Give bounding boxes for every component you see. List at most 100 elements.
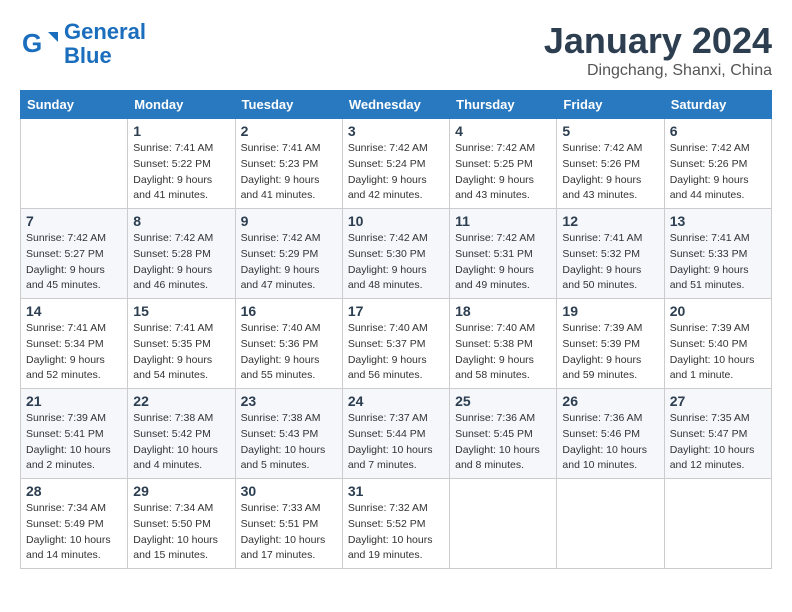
day-number: 29 [133, 483, 229, 499]
day-info: Sunrise: 7:38 AMSunset: 5:43 PMDaylight:… [241, 411, 337, 474]
day-info: Sunrise: 7:41 AMSunset: 5:33 PMDaylight:… [670, 231, 766, 294]
weekday-sunday: Sunday [21, 91, 128, 119]
day-info: Sunrise: 7:42 AMSunset: 5:28 PMDaylight:… [133, 231, 229, 294]
day-info: Sunrise: 7:41 AMSunset: 5:22 PMDaylight:… [133, 141, 229, 204]
day-info: Sunrise: 7:41 AMSunset: 5:35 PMDaylight:… [133, 321, 229, 384]
calendar-table: SundayMondayTuesdayWednesdayThursdayFrid… [20, 90, 772, 569]
calendar-cell: 15 Sunrise: 7:41 AMSunset: 5:35 PMDayligh… [128, 299, 235, 389]
day-number: 15 [133, 303, 229, 319]
calendar-cell: 6 Sunrise: 7:42 AMSunset: 5:26 PMDaylight… [664, 119, 771, 209]
calendar-cell: 12 Sunrise: 7:41 AMSunset: 5:32 PMDayligh… [557, 209, 664, 299]
calendar-cell: 24Sunrise: 7:37 AMSunset: 5:44 PMDayligh… [342, 389, 449, 479]
location-subtitle: Dingchang, Shanxi, China [544, 62, 772, 80]
day-number: 31 [348, 483, 444, 499]
day-info: Sunrise: 7:42 AMSunset: 5:29 PMDaylight:… [241, 231, 337, 294]
day-info: Sunrise: 7:42 AMSunset: 5:24 PMDaylight:… [348, 141, 444, 204]
calendar-cell [664, 479, 771, 569]
day-info: Sunrise: 7:32 AMSunset: 5:52 PMDaylight:… [348, 501, 444, 564]
day-info: Sunrise: 7:41 AMSunset: 5:32 PMDaylight:… [562, 231, 658, 294]
calendar-cell: 2Sunrise: 7:41 AMSunset: 5:23 PMDaylight… [235, 119, 342, 209]
day-number: 12 [562, 213, 658, 229]
day-number: 5 [562, 123, 658, 139]
weekday-friday: Friday [557, 91, 664, 119]
day-info: Sunrise: 7:41 AMSunset: 5:34 PMDaylight:… [26, 321, 122, 384]
day-number: 11 [455, 213, 551, 229]
calendar-week-1: 1 Sunrise: 7:41 AMSunset: 5:22 PMDaylight… [21, 119, 772, 209]
day-info: Sunrise: 7:42 AMSunset: 5:26 PMDaylight:… [562, 141, 658, 204]
title-block: January 2024 Dingchang, Shanxi, China [544, 20, 772, 80]
calendar-cell: 1 Sunrise: 7:41 AMSunset: 5:22 PMDaylight… [128, 119, 235, 209]
calendar-cell: 10 Sunrise: 7:42 AMSunset: 5:30 PMDayligh… [342, 209, 449, 299]
day-number: 20 [670, 303, 766, 319]
calendar-week-2: 7 Sunrise: 7:42 AMSunset: 5:27 PMDaylight… [21, 209, 772, 299]
calendar-cell: 19Sunrise: 7:39 AMSunset: 5:39 PMDayligh… [557, 299, 664, 389]
calendar-cell: 21Sunrise: 7:39 AMSunset: 5:41 PMDayligh… [21, 389, 128, 479]
month-title: January 2024 [544, 20, 772, 62]
day-info: Sunrise: 7:35 AMSunset: 5:47 PMDaylight:… [670, 411, 766, 474]
day-info: Sunrise: 7:41 AMSunset: 5:23 PMDaylight:… [241, 141, 337, 204]
day-info: Sunrise: 7:40 AMSunset: 5:37 PMDaylight:… [348, 321, 444, 384]
calendar-cell: 31 Sunrise: 7:32 AMSunset: 5:52 PMDayligh… [342, 479, 449, 569]
weekday-tuesday: Tuesday [235, 91, 342, 119]
calendar-cell: 9 Sunrise: 7:42 AMSunset: 5:29 PMDaylight… [235, 209, 342, 299]
weekday-saturday: Saturday [664, 91, 771, 119]
calendar-week-3: 14Sunrise: 7:41 AMSunset: 5:34 PMDayligh… [21, 299, 772, 389]
day-info: Sunrise: 7:36 AMSunset: 5:46 PMDaylight:… [562, 411, 658, 474]
day-number: 6 [670, 123, 766, 139]
day-number: 24 [348, 393, 444, 409]
day-info: Sunrise: 7:42 AMSunset: 5:26 PMDaylight:… [670, 141, 766, 204]
day-number: 25 [455, 393, 551, 409]
calendar-cell: 8 Sunrise: 7:42 AMSunset: 5:28 PMDaylight… [128, 209, 235, 299]
calendar-cell: 7 Sunrise: 7:42 AMSunset: 5:27 PMDaylight… [21, 209, 128, 299]
day-info: Sunrise: 7:39 AMSunset: 5:39 PMDaylight:… [562, 321, 658, 384]
calendar-cell: 16Sunrise: 7:40 AMSunset: 5:36 PMDayligh… [235, 299, 342, 389]
weekday-wednesday: Wednesday [342, 91, 449, 119]
svg-text:G: G [22, 28, 42, 58]
calendar-cell: 26Sunrise: 7:36 AMSunset: 5:46 PMDayligh… [557, 389, 664, 479]
calendar-cell: 22Sunrise: 7:38 AMSunset: 5:42 PMDayligh… [128, 389, 235, 479]
day-info: Sunrise: 7:33 AMSunset: 5:51 PMDaylight:… [241, 501, 337, 564]
calendar-cell: 14Sunrise: 7:41 AMSunset: 5:34 PMDayligh… [21, 299, 128, 389]
day-number: 13 [670, 213, 766, 229]
day-info: Sunrise: 7:39 AMSunset: 5:40 PMDaylight:… [670, 321, 766, 384]
logo: G General Blue [20, 20, 146, 68]
day-info: Sunrise: 7:39 AMSunset: 5:41 PMDaylight:… [26, 411, 122, 474]
day-info: Sunrise: 7:42 AMSunset: 5:27 PMDaylight:… [26, 231, 122, 294]
day-number: 28 [26, 483, 122, 499]
calendar-cell: 4Sunrise: 7:42 AMSunset: 5:25 PMDaylight… [450, 119, 557, 209]
calendar-cell: 29 Sunrise: 7:34 AMSunset: 5:50 PMDayligh… [128, 479, 235, 569]
day-number: 17 [348, 303, 444, 319]
day-info: Sunrise: 7:40 AMSunset: 5:38 PMDaylight:… [455, 321, 551, 384]
day-number: 1 [133, 123, 229, 139]
day-number: 23 [241, 393, 337, 409]
weekday-header-row: SundayMondayTuesdayWednesdayThursdayFrid… [21, 91, 772, 119]
day-number: 4 [455, 123, 551, 139]
calendar-cell: 13 Sunrise: 7:41 AMSunset: 5:33 PMDayligh… [664, 209, 771, 299]
calendar-cell: 11 Sunrise: 7:42 AMSunset: 5:31 PMDayligh… [450, 209, 557, 299]
day-number: 16 [241, 303, 337, 319]
calendar-cell: 28 Sunrise: 7:34 AMSunset: 5:49 PMDayligh… [21, 479, 128, 569]
calendar-cell: 18 Sunrise: 7:40 AMSunset: 5:38 PMDayligh… [450, 299, 557, 389]
calendar-cell: 25Sunrise: 7:36 AMSunset: 5:45 PMDayligh… [450, 389, 557, 479]
day-info: Sunrise: 7:34 AMSunset: 5:49 PMDaylight:… [26, 501, 122, 564]
day-number: 8 [133, 213, 229, 229]
calendar-cell [450, 479, 557, 569]
day-number: 9 [241, 213, 337, 229]
weekday-thursday: Thursday [450, 91, 557, 119]
calendar-cell [21, 119, 128, 209]
day-info: Sunrise: 7:42 AMSunset: 5:31 PMDaylight:… [455, 231, 551, 294]
calendar-cell: 30 Sunrise: 7:33 AMSunset: 5:51 PMDayligh… [235, 479, 342, 569]
weekday-monday: Monday [128, 91, 235, 119]
logo-text: General Blue [64, 20, 146, 68]
day-number: 30 [241, 483, 337, 499]
day-number: 22 [133, 393, 229, 409]
day-number: 27 [670, 393, 766, 409]
page-header: G General Blue January 2024 Dingchang, S… [20, 20, 772, 80]
day-number: 18 [455, 303, 551, 319]
calendar-cell: 5 Sunrise: 7:42 AMSunset: 5:26 PMDaylight… [557, 119, 664, 209]
day-number: 7 [26, 213, 122, 229]
day-info: Sunrise: 7:34 AMSunset: 5:50 PMDaylight:… [133, 501, 229, 564]
day-number: 10 [348, 213, 444, 229]
day-info: Sunrise: 7:42 AMSunset: 5:30 PMDaylight:… [348, 231, 444, 294]
calendar-week-4: 21Sunrise: 7:39 AMSunset: 5:41 PMDayligh… [21, 389, 772, 479]
